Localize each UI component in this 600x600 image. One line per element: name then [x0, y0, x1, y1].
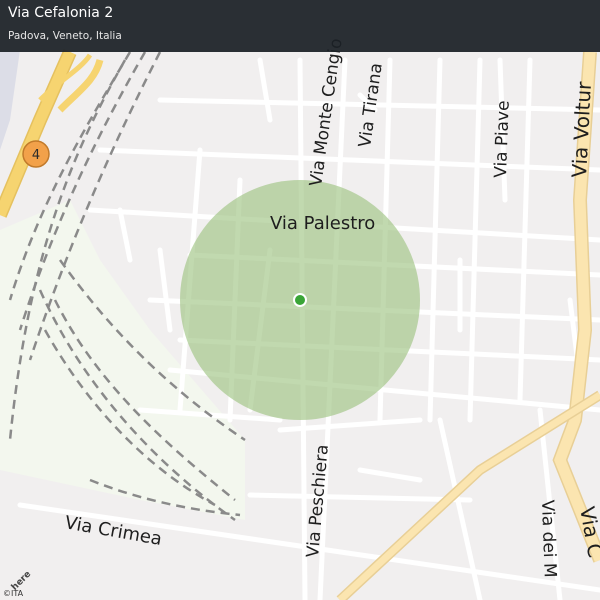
- street-label-via-volturno: Via Voltur: [567, 80, 596, 178]
- street-label-via-palestro: Via Palestro: [270, 213, 375, 234]
- location-subtitle: Padova, Veneto, Italia: [8, 30, 122, 42]
- location-marker[interactable]: [295, 295, 305, 305]
- location-header: Via Cefalonia 2 Padova, Veneto, Italia: [0, 0, 600, 52]
- map-canvas[interactable]: 4 Via Palestro Via Monte Cengio Via Tira…: [0, 0, 600, 600]
- location-title: Via Cefalonia 2: [8, 5, 114, 21]
- road-shield-number: 4: [32, 148, 40, 163]
- street-label-via-piave: Via Piave: [491, 100, 514, 178]
- copyright-text: ©ITA: [3, 589, 24, 598]
- street-label-via-dei-m: Via dei M: [537, 499, 560, 578]
